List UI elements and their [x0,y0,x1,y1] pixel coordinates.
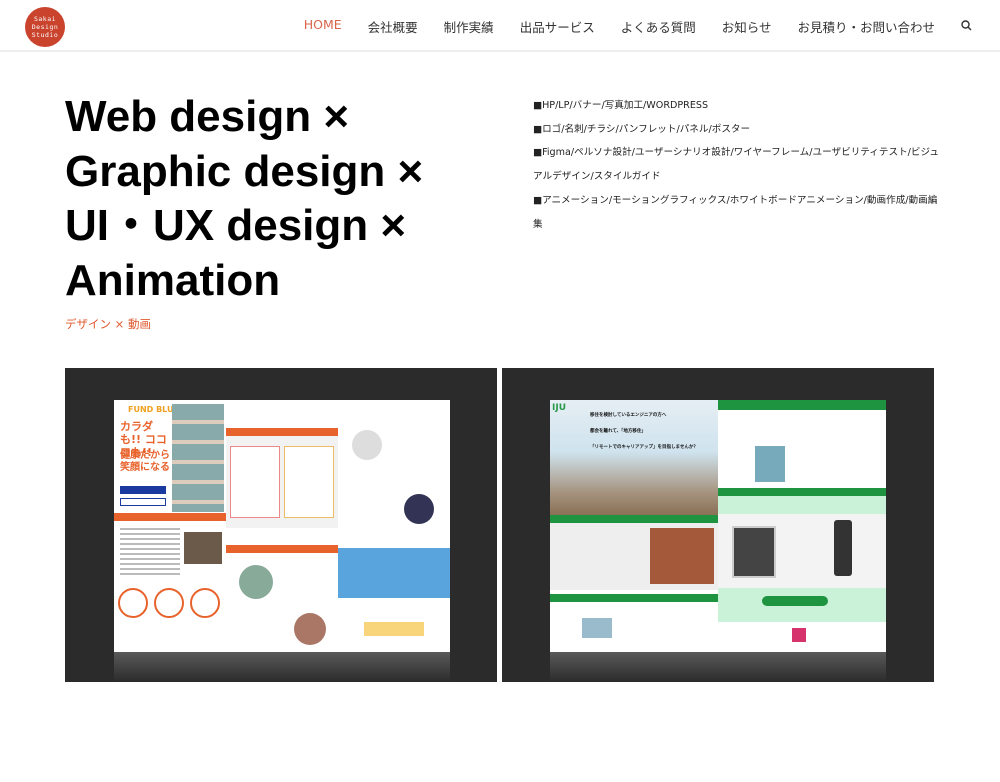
logo-text: Studio [31,31,59,39]
skill-item: ■Figma/ペルソナ設計/ユーザーシナリオ設計/ワイヤーフレーム/ユーザビリテ… [533,147,940,183]
hero-headline: Web design × Graphic design × UI・UX desi… [65,90,423,308]
iju-logo: IJU [552,403,567,413]
skill-item: ■HP/LP/バナー/写真加工/WORDPRESS [533,100,709,111]
logo-text: Design [31,23,59,31]
logo-text: Sakai [33,15,57,23]
fund-blue-mockup: FUND BLUE カラダも!! ココロも!! 健康だから 笑顔になる [114,400,450,652]
nav-works[interactable]: 制作実績 [444,17,494,36]
iju-mockup: IJU 移住を検討しているエンジニアの方へ 都会を離れて、「地方移住」 「リモー… [550,400,886,652]
nav-news[interactable]: お知らせ [722,17,772,36]
iju-copy: 「リモートでのキャリアアップ」を目指しませんか？ [590,445,698,450]
nav-contact[interactable]: お見積り・お問い合わせ [797,17,935,36]
headline-line: UI・UX design × [65,201,407,250]
nav-services[interactable]: 出品サービス [520,17,595,36]
nav-home[interactable]: HOME [304,17,342,36]
skill-item: ■ロゴ/名刺/チラシ/パンフレット/パネル/ポスター [533,123,751,135]
skills-list: ■HP/LP/バナー/写真加工/WORDPRESS ■ロゴ/名刺/チラシ/パンフ… [533,94,943,236]
mockup-reflection [114,652,450,682]
headline-line: Animation [65,255,281,305]
hero-subtitle: デザイン × 動画 [65,317,151,331]
search-icon[interactable] [961,17,972,36]
skill-item: ■アニメーション/モーショングラフィックス/ホワイトボードアニメーション/動画作… [533,194,938,230]
copy-text: 健康だから 笑顔になる [120,450,170,473]
headline-line: Web design × [65,92,350,141]
iju-copy: 移住を検討しているエンジニアの方へ [590,413,667,418]
main-nav: HOME 会社概要 制作実績 出品サービス よくある質問 お知らせ お見積り・お… [304,17,972,36]
site-header: Sakai Design Studio HOME 会社概要 制作実績 出品サービ… [0,0,1000,52]
portfolio-item-iju[interactable]: IJU 移住を検討しているエンジニアの方へ 都会を離れて、「地方移住」 「リモー… [502,368,934,682]
nav-company[interactable]: 会社概要 [368,17,418,36]
mockup-reflection [550,652,886,682]
portfolio-item-fund-blue[interactable]: FUND BLUE カラダも!! ココロも!! 健康だから 笑顔になる [65,368,497,682]
site-logo[interactable]: Sakai Design Studio [25,7,65,47]
nav-faq[interactable]: よくある質問 [621,17,696,36]
headline-line: Graphic design × [65,146,424,196]
iju-copy: 都会を離れて、「地方移住」 [590,429,646,434]
